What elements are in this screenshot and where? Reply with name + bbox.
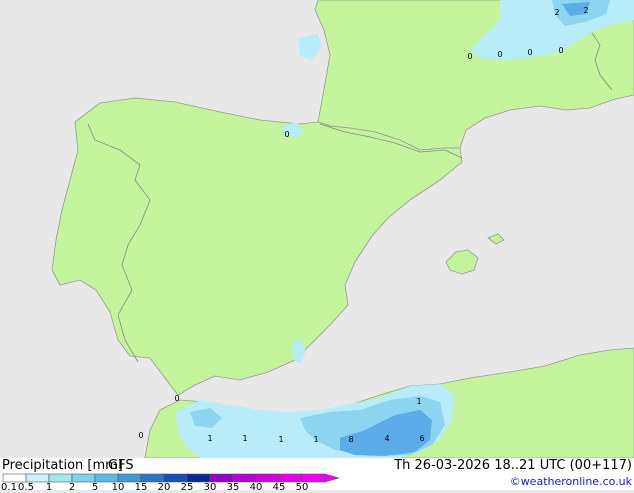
color-scale-arrow bbox=[324, 473, 340, 483]
scale-tick-label: 30 bbox=[203, 482, 217, 493]
map-label: 1 bbox=[207, 434, 212, 443]
scale-tick-label: 50 bbox=[295, 482, 309, 493]
scale-tick-label: 20 bbox=[157, 482, 171, 493]
map-label: 1 bbox=[416, 397, 421, 406]
color-scale-segment bbox=[140, 473, 165, 483]
scale-tick-label: 40 bbox=[249, 482, 263, 493]
map-label: 8 bbox=[348, 435, 353, 444]
color-scale-segment bbox=[25, 473, 50, 483]
color-scale-segment bbox=[2, 473, 27, 483]
scale-tick-label: 0.1 bbox=[1, 482, 17, 493]
map-label: 0 bbox=[284, 130, 289, 139]
legend-footer: Precipitation [mm] GFS Th 26-03-2026 18.… bbox=[0, 458, 634, 493]
color-scale-segment bbox=[255, 473, 280, 483]
color-scale-segment bbox=[117, 473, 142, 483]
model-name: GFS bbox=[108, 458, 134, 473]
scale-tick-label: 0.5 bbox=[18, 482, 34, 493]
map-label: 6 bbox=[419, 434, 424, 443]
map-label: 0 bbox=[497, 50, 502, 59]
map-label: 0 bbox=[558, 46, 563, 55]
valid-datetime: Th 26-03-2026 18..21 UTC (00+117) bbox=[394, 458, 632, 473]
color-scale-segment bbox=[163, 473, 188, 483]
map-label: 0 bbox=[527, 48, 532, 57]
color-scale-segment bbox=[186, 473, 211, 483]
scale-tick-label: 35 bbox=[226, 482, 240, 493]
scale-tick-label: 25 bbox=[180, 482, 194, 493]
color-scale-segment bbox=[209, 473, 234, 483]
scale-tick-label: 5 bbox=[91, 482, 99, 493]
color-scale-segment bbox=[278, 473, 303, 483]
color-scale-segment bbox=[48, 473, 73, 483]
map-label: 0 bbox=[174, 394, 179, 403]
color-scale-segment bbox=[94, 473, 119, 483]
legend-title: Precipitation [mm] bbox=[2, 458, 123, 473]
map-label: 4 bbox=[384, 434, 389, 443]
color-scale-segment bbox=[71, 473, 96, 483]
map-label: 2 bbox=[554, 8, 559, 17]
credit-link[interactable]: ©weatheronline.co.uk bbox=[510, 475, 632, 488]
color-scale-segment bbox=[232, 473, 257, 483]
map-label: 1 bbox=[313, 435, 318, 444]
map-label: 1 bbox=[278, 435, 283, 444]
scale-tick-label: 45 bbox=[272, 482, 286, 493]
color-scale-segment bbox=[301, 473, 326, 483]
map-label: 0 bbox=[467, 52, 472, 61]
map-label: 1 bbox=[242, 434, 247, 443]
scale-tick-label: 1 bbox=[45, 482, 53, 493]
scale-tick-label: 15 bbox=[134, 482, 148, 493]
scale-tick-label: 2 bbox=[68, 482, 76, 493]
scale-tick-label: 10 bbox=[111, 482, 125, 493]
map-label: 2 bbox=[583, 6, 588, 15]
map-label: 0 bbox=[138, 431, 143, 440]
precipitation-map: 2 2 0 0 0 0 0 0 0 1 1 1 1 8 4 6 1 bbox=[0, 0, 634, 490]
